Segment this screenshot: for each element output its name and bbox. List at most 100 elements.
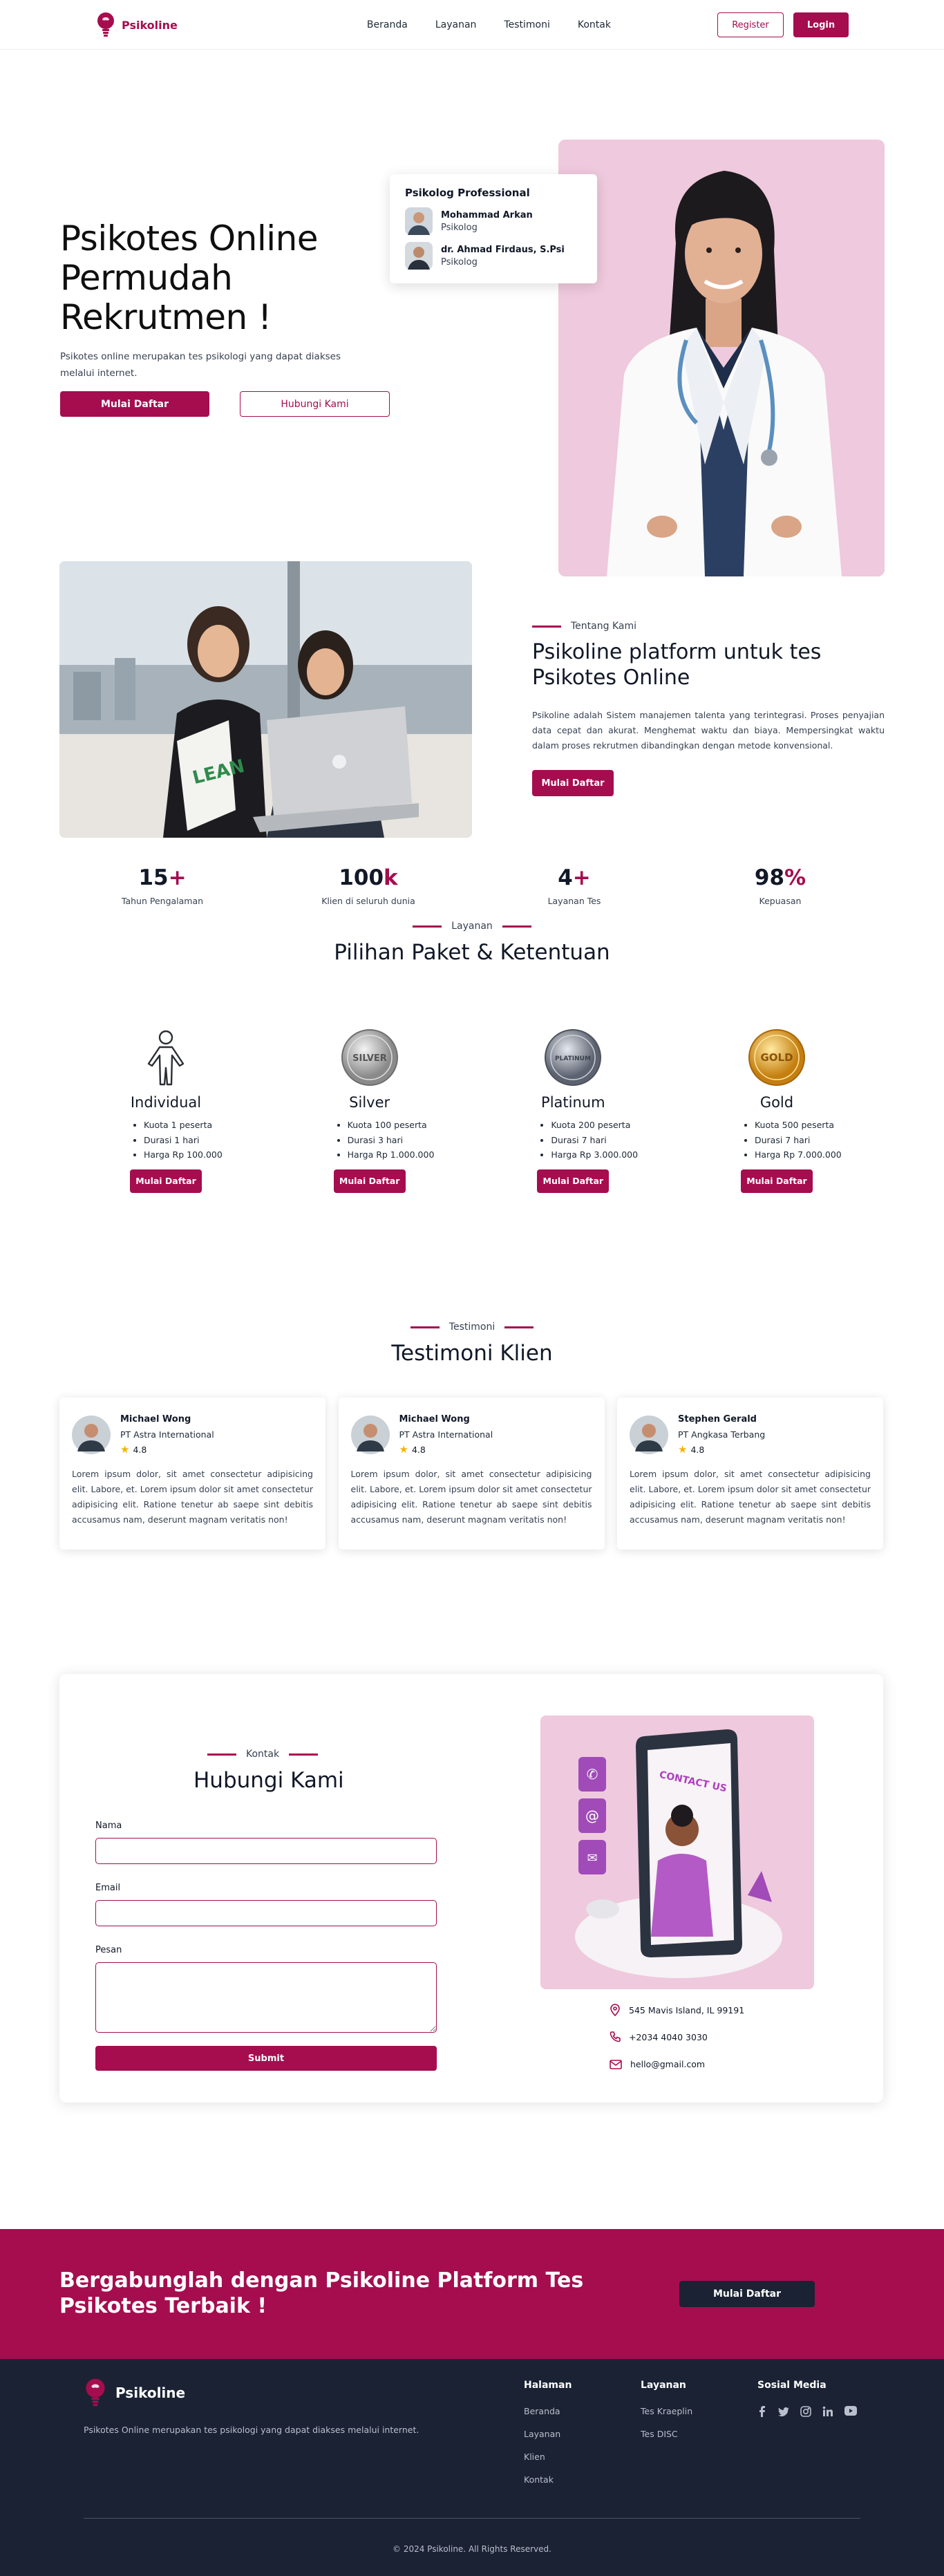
rating-value: 4.8 (411, 1444, 426, 1455)
rating-value: 4.8 (690, 1444, 705, 1455)
cta-title: Bergabunglah dengan Psikoline Platform T… (59, 2268, 584, 2318)
psychologist-card-title: Psikolog Professional (405, 187, 530, 199)
phone-text: +2034 4040 3030 (629, 2031, 708, 2042)
footer-column-title: Layanan (641, 2380, 686, 2391)
testimonial-name: Michael Wong (399, 1414, 470, 1425)
nav-link-kontak[interactable]: Kontak (578, 19, 611, 30)
stat-value: 15 (138, 865, 169, 890)
students-laptop-image: LEAN (59, 561, 472, 838)
contact-us-illustration: CONTACT US ✆ @ ✉ (540, 1715, 814, 1989)
stat-value: 98 (754, 865, 785, 890)
about-register-button[interactable]: Mulai Daftar (532, 770, 614, 796)
stat-suffix: + (168, 865, 187, 890)
hero-doctor-image (558, 140, 885, 576)
contact-eyebrow: Kontak (207, 1749, 319, 1760)
hero-section: Psikotes Online Permudah Rekrutmen ! Psi… (0, 50, 944, 576)
brand-logo[interactable]: Psikoline (95, 11, 178, 39)
stat-item: 98% Kepuasan (704, 865, 856, 906)
email-info: hello@gmail.com (610, 2059, 705, 2069)
footer-link-kontak[interactable]: Kontak (524, 2474, 572, 2485)
youtube-icon[interactable] (844, 2406, 857, 2416)
auth-buttons: Register Login (717, 12, 849, 37)
twitter-icon[interactable] (778, 2406, 789, 2417)
nav-link-beranda[interactable]: Beranda (367, 19, 408, 30)
email-field-group: Email (95, 1883, 437, 1926)
message-label: Pesan (95, 1945, 122, 1955)
about-text: Psikoline adalah Sistem manajemen talent… (532, 710, 885, 751)
brand-name: Psikoline (122, 18, 178, 32)
package-register-button[interactable]: Mulai Daftar (130, 1169, 202, 1193)
footer-social-column: Sosial Media (757, 2380, 857, 2417)
footer-brand-name: Psikoline (115, 2385, 186, 2401)
footer-services-column: Layanan Tes Kraeplin Tes DISC (641, 2380, 692, 2452)
stat-label: Kepuasan (759, 896, 802, 906)
stat-item: 15+ Tahun Pengalaman (86, 865, 238, 906)
gold-medal-icon: GOLD (748, 1029, 805, 1086)
nav-link-testimoni[interactable]: Testimoni (504, 19, 549, 30)
email-label: Email (95, 1883, 121, 1893)
footer-logo[interactable]: Psikoline (84, 2377, 185, 2409)
contact-card: Kontak Hubungi Kami Nama Email Pesan Sub… (59, 1674, 883, 2103)
stat-label: Klien di seluruh dunia (321, 896, 415, 906)
package-register-button[interactable]: Mulai Daftar (333, 1169, 406, 1193)
package-register-button[interactable]: Mulai Daftar (740, 1169, 813, 1193)
eyebrow-line (207, 1753, 236, 1756)
login-button[interactable]: Login (793, 12, 849, 37)
package-features: Kuota 500 peserta Durasi 7 hari Harga Rp… (745, 1118, 853, 1163)
email-input[interactable] (95, 1900, 437, 1926)
testimonial-company: PT Astra International (399, 1429, 493, 1440)
services-section: Layanan Pilihan Paket & Ketentuan Indivi… (0, 921, 944, 1322)
submit-button[interactable]: Submit (95, 2046, 437, 2071)
psychologist-item: dr. Ahmad Firdaus, S.Psi Psikolog (405, 242, 582, 270)
svg-text:@: @ (585, 1807, 599, 1824)
star-icon: ★ (120, 1443, 130, 1456)
psychologist-role: Psikolog (441, 256, 478, 267)
footer-divider (84, 2518, 860, 2519)
testimonial-name: Michael Wong (120, 1414, 191, 1425)
stat-label: Layanan Tes (547, 896, 601, 906)
eyebrow-line (532, 625, 561, 628)
message-field-group: Pesan (95, 1945, 437, 2036)
testimonials-eyebrow: Testimoni (0, 1322, 944, 1333)
avatar (72, 1416, 111, 1454)
footer-link-layanan[interactable]: Layanan (524, 2429, 572, 2439)
hero-contact-button[interactable]: Hubungi Kami (240, 391, 390, 417)
package-register-button[interactable]: Mulai Daftar (537, 1169, 610, 1193)
testimonials-title: Testimoni Klien (391, 1341, 553, 1366)
instagram-icon[interactable] (800, 2406, 811, 2417)
name-field-group: Nama (95, 1821, 437, 1864)
hero-register-button[interactable]: Mulai Daftar (60, 391, 209, 417)
about-title: Psikoline platform untuk tes Psikotes On… (532, 640, 822, 690)
package-features: Kuota 100 peserta Durasi 3 hari Harga Rp… (338, 1118, 446, 1163)
package-card: GOLD Gold Kuota 500 peserta Durasi 7 har… (701, 1028, 853, 1193)
package-name: Platinum (541, 1094, 605, 1111)
nav-link-layanan[interactable]: Layanan (435, 19, 477, 30)
footer-link-tes-disc[interactable]: Tes DISC (641, 2429, 692, 2439)
facebook-icon[interactable] (757, 2406, 767, 2417)
psychologist-name: Mohammad Arkan (441, 209, 533, 220)
package-card: Individual Kuota 1 peserta Durasi 1 hari… (90, 1028, 242, 1193)
testimonials-section: Testimoni Testimoni Klien Michael Wong P… (0, 1322, 944, 1674)
eyebrow-line (289, 1753, 319, 1756)
hero-title: Psikotes Online Permudah Rekrutmen ! (60, 219, 319, 337)
name-input[interactable] (95, 1838, 437, 1864)
svg-text:✆: ✆ (587, 1766, 598, 1783)
footer-link-klien[interactable]: Klien (524, 2452, 572, 2462)
footer-column-title: Sosial Media (757, 2380, 827, 2391)
linkedin-icon[interactable] (822, 2406, 833, 2417)
stat-suffix: + (572, 865, 591, 890)
services-eyebrow: Layanan (0, 921, 944, 932)
eyebrow-line (413, 925, 442, 928)
medal-badge-text: SILVER (352, 1053, 387, 1064)
footer-link-tes-kraeplin[interactable]: Tes Kraeplin (641, 2406, 692, 2416)
footer-link-beranda[interactable]: Beranda (524, 2406, 572, 2416)
register-button[interactable]: Register (717, 12, 784, 37)
psychologist-role: Psikolog (441, 222, 478, 233)
package-feature: Durasi 7 hari (755, 1133, 853, 1148)
cta-register-button[interactable]: Mulai Daftar (679, 2281, 815, 2307)
navbar: Psikoline Beranda Layanan Testimoni Kont… (0, 0, 944, 50)
testimonial-list: Michael Wong PT Astra International ★ 4.8… (59, 1398, 883, 1550)
contact-section: Kontak Hubungi Kami Nama Email Pesan Sub… (0, 1674, 944, 2116)
message-textarea[interactable] (95, 1962, 437, 2033)
stats-row: 15+ Tahun Pengalaman 100k Klien di selur… (59, 865, 883, 906)
